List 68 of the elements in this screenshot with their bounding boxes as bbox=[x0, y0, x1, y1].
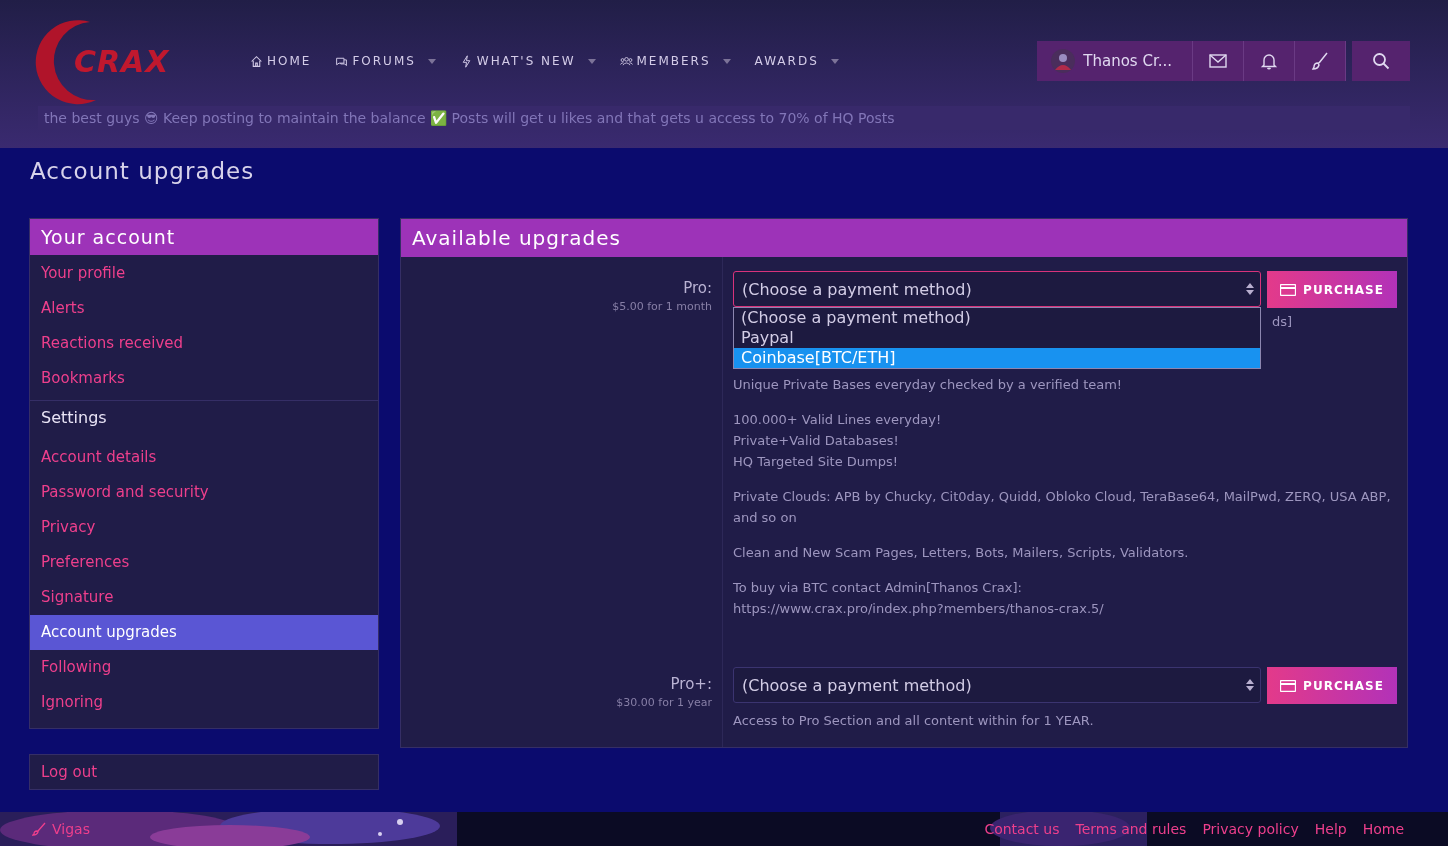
nav-tab[interactable]: FORUMS bbox=[335, 54, 436, 68]
footer-link[interactable]: Privacy policy bbox=[1202, 821, 1299, 837]
footer-link[interactable]: Contact us bbox=[984, 821, 1060, 837]
description-fragment: ds] bbox=[1271, 314, 1292, 331]
dropdown-option[interactable]: Paypal bbox=[734, 328, 1260, 348]
dropdown-option[interactable]: (Choose a payment method) bbox=[734, 308, 1260, 328]
home-icon bbox=[250, 54, 263, 68]
sidebar-link[interactable]: Alerts bbox=[30, 291, 378, 326]
sidebar-link[interactable]: Following bbox=[30, 650, 378, 685]
sidebar-link[interactable]: Preferences bbox=[30, 545, 378, 580]
sidebar-link[interactable]: Bookmarks bbox=[30, 361, 378, 396]
upgrade-cost: $30.00 for 1 year bbox=[616, 696, 712, 709]
credit-card-icon bbox=[1280, 283, 1297, 296]
paintbrush-icon bbox=[1311, 52, 1329, 70]
search-icon bbox=[1372, 52, 1390, 70]
bell-icon bbox=[1260, 52, 1278, 70]
description-text: Clean and New Scam Pages, Letters, Bots, Mailers, Scripts, Validators. bbox=[733, 544, 1190, 562]
page-title: Account upgrades bbox=[30, 158, 256, 186]
nav-tab[interactable]: WHAT'S NEW bbox=[459, 54, 596, 68]
description-text: https://www.crax.pro/index.php?members/thanos-crax.5/ bbox=[733, 600, 1105, 618]
search-button[interactable] bbox=[1352, 41, 1410, 81]
updown-icon bbox=[1246, 679, 1254, 691]
credit-card-icon bbox=[1280, 679, 1297, 692]
purchase-button[interactable]: PURCHASE bbox=[1267, 667, 1397, 704]
purchase-button[interactable]: PURCHASE bbox=[1267, 271, 1397, 308]
caret-icon bbox=[830, 58, 839, 64]
footer-style-link[interactable]: Vigas bbox=[32, 821, 90, 837]
nav-tab[interactable]: AWARDS bbox=[754, 54, 839, 68]
paintbrush-icon bbox=[32, 822, 46, 836]
sidebar-link[interactable]: Your profile bbox=[30, 256, 378, 291]
nav-tab[interactable]: HOME bbox=[250, 54, 312, 68]
updown-icon bbox=[1246, 283, 1254, 295]
users-icon bbox=[619, 54, 633, 68]
caret-icon bbox=[427, 58, 436, 64]
payment-select[interactable]: (Choose a payment method) bbox=[733, 667, 1261, 703]
logout-link[interactable]: Log out bbox=[29, 754, 379, 790]
sidebar-link[interactable]: Reactions received bbox=[30, 326, 378, 361]
caret-icon bbox=[722, 58, 731, 64]
sidebar-link[interactable]: Account upgrades bbox=[30, 615, 378, 650]
description-text: Access to Pro Section and all content within for 1 YEAR. bbox=[733, 712, 1095, 730]
upgrade-name: Pro+: bbox=[670, 675, 712, 693]
description-text: 100.000+ Valid Lines everyday! bbox=[733, 411, 943, 429]
caret-icon bbox=[587, 58, 596, 64]
description-text: To buy via BTC contact Admin[Thanos Crax]: bbox=[733, 579, 1023, 597]
section-heading: Your account bbox=[30, 219, 378, 255]
panel-heading: Available upgrades bbox=[401, 219, 1407, 257]
dropdown-option[interactable]: Coinbase[BTC/ETH] bbox=[734, 348, 1260, 368]
sidebar-link[interactable]: Privacy bbox=[30, 510, 378, 545]
section-heading: Settings bbox=[30, 400, 378, 440]
nav-tab[interactable]: MEMBERS bbox=[619, 54, 731, 68]
logo[interactable]: CRAX bbox=[30, 16, 230, 106]
avatar bbox=[1051, 49, 1076, 73]
footer-link[interactable]: Home bbox=[1362, 821, 1404, 837]
envelope-icon bbox=[1209, 52, 1227, 70]
description-text: Private+Valid Databases! bbox=[733, 432, 900, 450]
payment-select[interactable]: (Choose a payment method) bbox=[733, 271, 1261, 307]
sidebar-link[interactable]: Ignoring bbox=[30, 685, 378, 720]
sidebar-link[interactable]: Signature bbox=[30, 580, 378, 615]
footer-link[interactable]: Help bbox=[1314, 821, 1347, 837]
sidebar-link[interactable]: Password and security bbox=[30, 475, 378, 510]
description-text: HQ Targeted Site Dumps! bbox=[733, 453, 899, 471]
footer-link[interactable]: Terms and rules bbox=[1075, 821, 1187, 837]
upgrade-cost: $5.00 for 1 month bbox=[612, 300, 712, 313]
description-text: Unique Private Bases everyday checked by a verified team! bbox=[733, 376, 1124, 394]
bolt-icon bbox=[459, 54, 473, 68]
upgrade-name: Pro: bbox=[683, 279, 712, 297]
sidebar-link[interactable]: Account details bbox=[30, 440, 378, 475]
description-text: Private Clouds: APB by Chucky, Cit0day, Quidd, Obloko Cloud, TeraBase64, MailPwd, ZERQ, USA ABP, and so on bbox=[733, 488, 1392, 527]
